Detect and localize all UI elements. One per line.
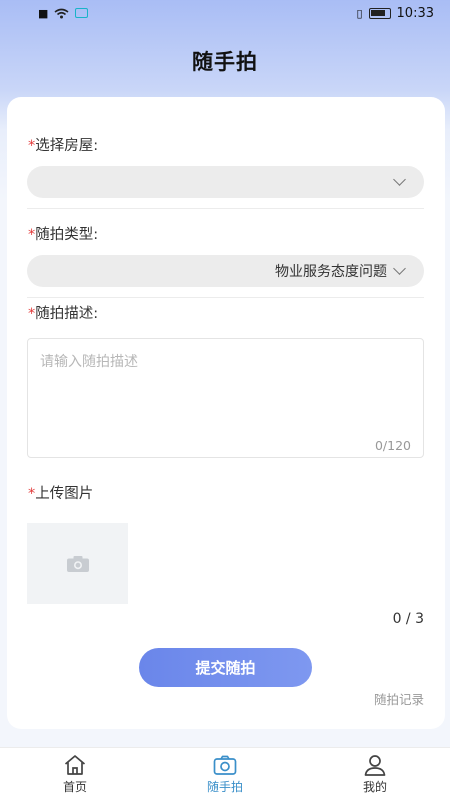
tab-profile-label: 我的 [362,780,387,794]
description-label: *随拍描述: [28,302,98,323]
status-time: 10:33 [396,5,434,21]
chevron-down-icon [393,262,406,275]
divider [27,297,424,298]
type-label: *随拍类型: [28,223,98,244]
house-label: *选择房屋: [28,134,98,155]
tab-snapshot[interactable]: 随手拍 [150,748,300,800]
upload-label-text: 上传图片 [35,486,94,502]
page-title: 随手拍 [192,50,258,74]
divider [27,208,424,209]
type-select-value: 物业服务态度问题 [275,264,387,280]
photo-counter: 0 / 3 [392,611,424,627]
tab-home-label: 首页 [62,780,87,794]
camera-icon [66,555,89,572]
upload-photo-button[interactable] [27,523,128,604]
description-input[interactable]: 请输入随拍描述 0/120 [27,338,424,458]
description-placeholder: 请输入随拍描述 [40,354,138,370]
wifi-icon [54,8,69,18]
status-bar: ■ ▯ 10:33 [0,0,450,26]
tab-bar: 首页 随手拍 我的 [0,747,450,800]
status-right: ▯ 10:33 [356,6,434,21]
type-label-text: 随拍类型: [35,227,99,243]
status-left: ■ [38,6,89,20]
house-select[interactable] [27,166,424,198]
submit-button[interactable]: 提交随拍 [139,648,312,687]
camera-icon [213,755,237,775]
vibrate-icon: ▯ [356,6,363,20]
description-counter: 0/120 [374,438,411,453]
home-icon [64,755,86,775]
screen-cast-icon [75,8,89,18]
tab-home[interactable]: 首页 [0,748,150,800]
tab-profile[interactable]: 我的 [300,748,450,800]
house-label-text: 选择房屋: [35,138,99,154]
battery-icon [368,7,391,19]
notification-icon: ■ [38,6,49,20]
record-link[interactable]: 随拍记录 [374,689,424,708]
user-icon [364,755,386,776]
upload-label: *上传图片 [28,482,93,503]
description-label-text: 随拍描述: [35,306,99,322]
chevron-down-icon [393,173,406,186]
tab-snapshot-label: 随手拍 [206,780,243,794]
form-card: *选择房屋: *随拍类型: 物业服务态度问题 *随拍描述: 请输入随拍描述 0/… [7,97,445,729]
type-select[interactable]: 物业服务态度问题 [27,255,424,287]
